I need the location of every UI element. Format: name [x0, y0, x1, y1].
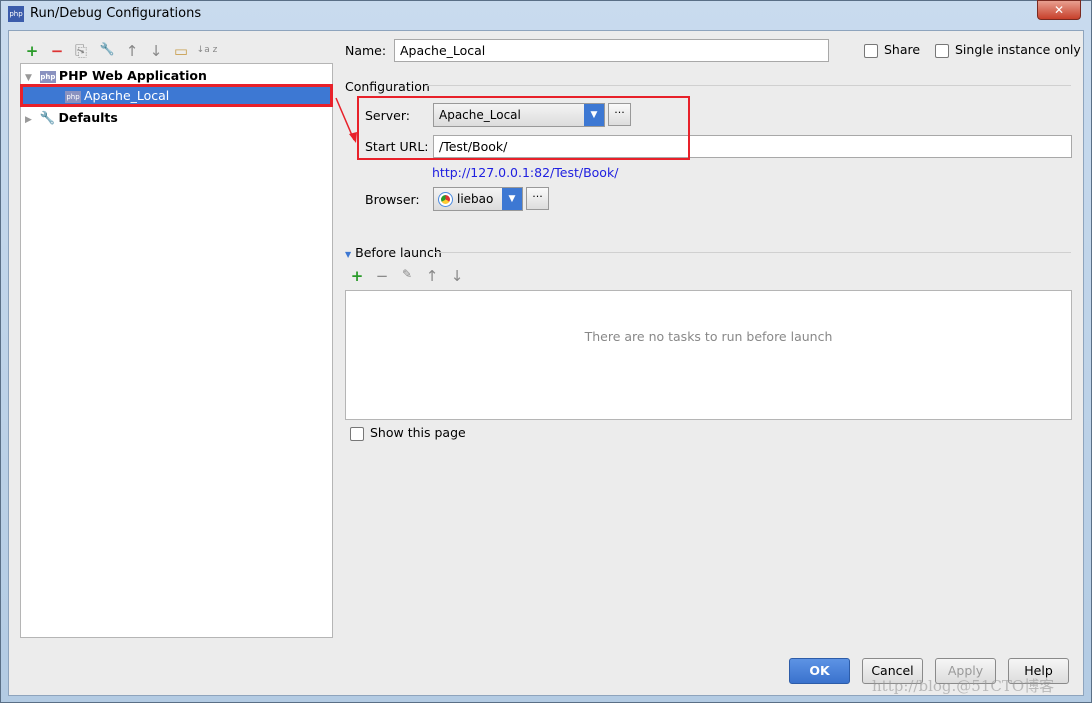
chevron-down-icon: ▼ [502, 188, 522, 210]
tree-group-php-web-application[interactable]: ▼ php PHP Web Application [21, 65, 332, 86]
empty-message: There are no tasks to run before launch [584, 329, 833, 344]
move-down-icon[interactable]: ↓ [446, 267, 468, 285]
annotation-arrow [335, 97, 357, 143]
start-url-link[interactable]: http://127.0.0.1:82/Test/Book/ [432, 165, 618, 180]
folder-icon[interactable]: ▭ [170, 42, 192, 60]
php-icon: php [65, 90, 81, 103]
divider [435, 252, 1071, 253]
move-up-icon[interactable]: ↑ [421, 267, 443, 285]
copy-icon[interactable]: ⎘ [70, 42, 92, 60]
browser-select[interactable]: liebao ▼ [433, 187, 523, 211]
add-icon[interactable]: + [21, 42, 43, 60]
chrome-icon [438, 192, 453, 207]
sort-icon[interactable]: ↓a z [196, 45, 218, 55]
wrench-icon: 🔧 [39, 110, 56, 125]
watermark: http://blog.@51CTO博客 [872, 677, 1055, 695]
name-input[interactable]: Apache_Local [394, 39, 829, 62]
expand-icon[interactable]: ▶ [25, 115, 32, 125]
config-tree: ▼ php PHP Web Application php Apache_Local … [20, 63, 333, 638]
tree-item-apache-local[interactable]: php Apache_Local [20, 84, 333, 107]
app-icon: php [8, 6, 24, 22]
remove-task-icon[interactable]: − [371, 267, 393, 285]
ok-button[interactable]: OK [789, 658, 850, 684]
before-launch-toggle[interactable]: ▼ Before launch [345, 245, 442, 260]
configuration-heading: Configuration [345, 79, 430, 94]
browser-browse-button[interactable]: ··· [526, 187, 549, 210]
move-up-icon[interactable]: ↑ [121, 42, 143, 60]
browser-label: Browser: [365, 192, 420, 207]
collapse-icon[interactable]: ▼ [25, 73, 32, 83]
window-title: Run/Debug Configurations [30, 6, 202, 21]
close-button[interactable]: ✕ [1037, 0, 1081, 20]
php-icon: php [39, 70, 56, 83]
highlight-box [357, 96, 690, 160]
remove-icon[interactable]: − [46, 42, 68, 60]
wrench-icon[interactable]: 🔧 [96, 42, 118, 56]
move-down-icon[interactable]: ↓ [145, 42, 167, 60]
add-task-icon[interactable]: + [346, 267, 368, 285]
edit-task-icon[interactable]: ✎ [396, 267, 418, 281]
divider [425, 85, 1071, 86]
show-this-page-checkbox[interactable]: Show this page [350, 425, 466, 441]
tree-group-defaults[interactable]: ▶ 🔧 Defaults [21, 107, 332, 128]
collapse-icon: ▼ [345, 250, 352, 259]
single-instance-checkbox[interactable]: Single instance only [935, 42, 1081, 58]
share-checkbox[interactable]: Share [864, 42, 920, 58]
name-label: Name: [345, 43, 387, 58]
before-launch-task-list: There are no tasks to run before launch [345, 290, 1072, 420]
